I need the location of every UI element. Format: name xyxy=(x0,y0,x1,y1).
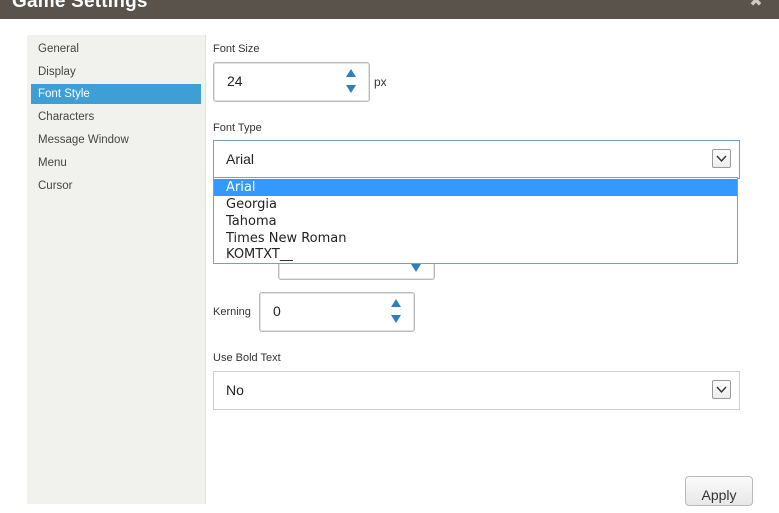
dropdown-option-arial[interactable]: Arial xyxy=(214,179,737,196)
title-bar: Game Settings ✖ xyxy=(0,0,779,19)
settings-sidebar: General Display Font Style Characters Me… xyxy=(27,35,206,504)
font-size-label: Font Size xyxy=(213,43,260,55)
sidebar-item-general[interactable]: General xyxy=(31,39,201,59)
dropdown-option-georgia[interactable]: Georgia xyxy=(214,196,737,213)
chevron-down-icon[interactable] xyxy=(712,380,731,399)
bold-text-select[interactable]: No xyxy=(213,371,740,410)
dropdown-option-komtxt[interactable]: KOMTXT__ xyxy=(214,246,737,263)
kerning-label: Kerning xyxy=(213,306,251,318)
font-size-unit: px xyxy=(374,75,387,89)
font-size-value: 24 xyxy=(227,73,243,89)
sidebar-item-message-window[interactable]: Message Window xyxy=(31,130,201,150)
sidebar-item-menu[interactable]: Menu xyxy=(31,153,201,173)
sidebar-item-characters[interactable]: Characters xyxy=(31,107,201,127)
font-type-dropdown[interactable]: Arial Georgia Tahoma Times New Roman KOM… xyxy=(213,177,738,264)
sidebar-item-display[interactable]: Display xyxy=(31,62,201,82)
font-type-label: Font Type xyxy=(213,122,262,134)
stepper-arrows-icon[interactable] xyxy=(345,67,357,97)
sidebar-item-cursor[interactable]: Cursor xyxy=(31,176,201,196)
kerning-stepper[interactable]: 0 xyxy=(259,292,415,332)
window-title: Game Settings xyxy=(12,0,148,12)
font-type-select[interactable]: Arial xyxy=(213,140,740,179)
sidebar-item-font-style[interactable]: Font Style xyxy=(31,84,201,104)
apply-button[interactable]: Apply xyxy=(685,476,753,506)
kerning-value: 0 xyxy=(273,303,281,319)
bold-text-value: No xyxy=(226,382,244,398)
font-size-stepper[interactable]: 24 xyxy=(213,62,370,102)
chevron-down-icon[interactable] xyxy=(712,149,731,168)
close-icon[interactable]: ✖ xyxy=(747,0,765,11)
font-type-value: Arial xyxy=(226,151,255,167)
dropdown-option-tahoma[interactable]: Tahoma xyxy=(214,213,737,230)
bold-text-label: Use Bold Text xyxy=(213,352,281,364)
dropdown-option-times-new-roman[interactable]: Times New Roman xyxy=(214,230,737,247)
stepper-arrows-icon[interactable] xyxy=(390,297,402,327)
